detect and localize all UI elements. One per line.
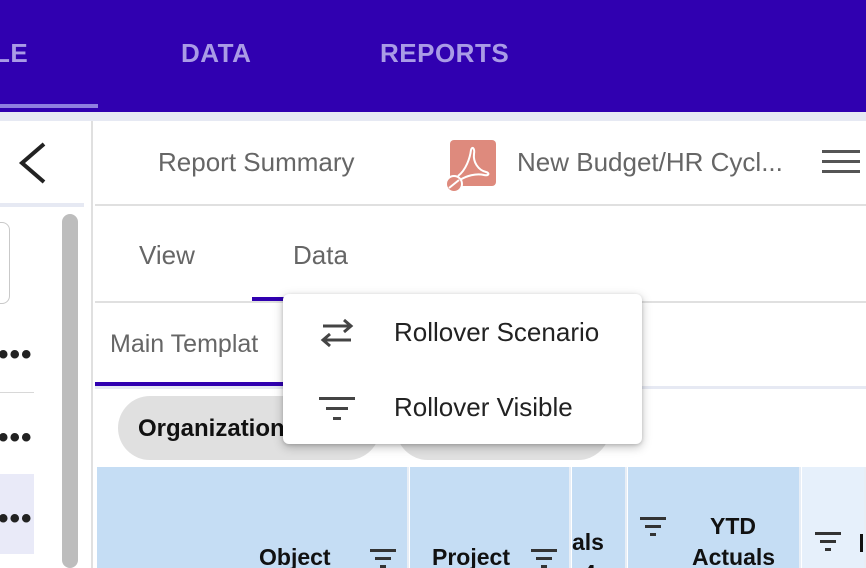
left-search-input[interactable] xyxy=(0,222,10,304)
report-title: New Budget/HR Cycl... xyxy=(517,147,783,177)
topbar-shadow xyxy=(0,112,866,121)
row-divider xyxy=(0,392,34,393)
column-filter-icon[interactable] xyxy=(640,516,666,536)
tab-main-template[interactable]: Main Templat xyxy=(110,330,258,359)
menu-item-rollover-visible[interactable]: Rollover Visible xyxy=(283,370,642,444)
column-filter-icon[interactable] xyxy=(370,548,396,568)
column-label-cutoff xyxy=(860,534,863,552)
topnav-active-indicator xyxy=(0,104,98,108)
left-scrollbar[interactable] xyxy=(62,214,78,568)
column-label-ytd-actuals: Actuals xyxy=(692,544,776,568)
chevron-left-icon[interactable] xyxy=(14,140,50,186)
column-label-object: Object xyxy=(259,544,331,568)
topnav-item-data[interactable]: DATA xyxy=(181,38,251,69)
data-dropdown-menu: Rollover Scenario Rollover Visible xyxy=(283,294,642,444)
menu-item-label: Rollover Visible xyxy=(394,392,573,422)
more-options-icon[interactable]: ••• xyxy=(0,423,33,453)
top-app-bar: LE DATA REPORTS xyxy=(0,0,866,112)
column-filter-icon[interactable] xyxy=(531,548,557,568)
tab-view[interactable]: View xyxy=(139,240,195,271)
tab-data[interactable]: Data xyxy=(293,240,348,271)
topnav-item-le[interactable]: LE xyxy=(0,38,28,69)
filter-chip-label: Organization xyxy=(138,415,285,442)
filter-icon xyxy=(319,397,355,420)
left-panel-divider xyxy=(0,203,84,207)
more-options-icon[interactable]: ••• xyxy=(0,504,33,534)
column-label-actuals: als xyxy=(572,529,604,555)
column-filter-icon[interactable] xyxy=(815,531,841,551)
hamburger-menu-icon[interactable] xyxy=(822,148,860,176)
menu-item-rollover-scenario[interactable]: Rollover Scenario xyxy=(283,296,642,370)
topnav-item-reports[interactable]: REPORTS xyxy=(380,38,509,69)
swap-arrows-icon xyxy=(320,318,354,348)
header-divider xyxy=(95,204,866,206)
column-header-next[interactable] xyxy=(802,467,866,568)
more-options-icon[interactable]: ••• xyxy=(0,340,33,370)
report-summary-label[interactable]: Report Summary xyxy=(158,147,355,178)
column-label-ytd: YTD xyxy=(710,513,756,539)
column-header-object[interactable] xyxy=(97,467,409,568)
column-label-fragment: 4 xyxy=(583,560,596,568)
menu-item-label: Rollover Scenario xyxy=(394,317,600,347)
column-label-project: Project xyxy=(432,544,510,568)
pdf-icon[interactable] xyxy=(444,140,496,192)
